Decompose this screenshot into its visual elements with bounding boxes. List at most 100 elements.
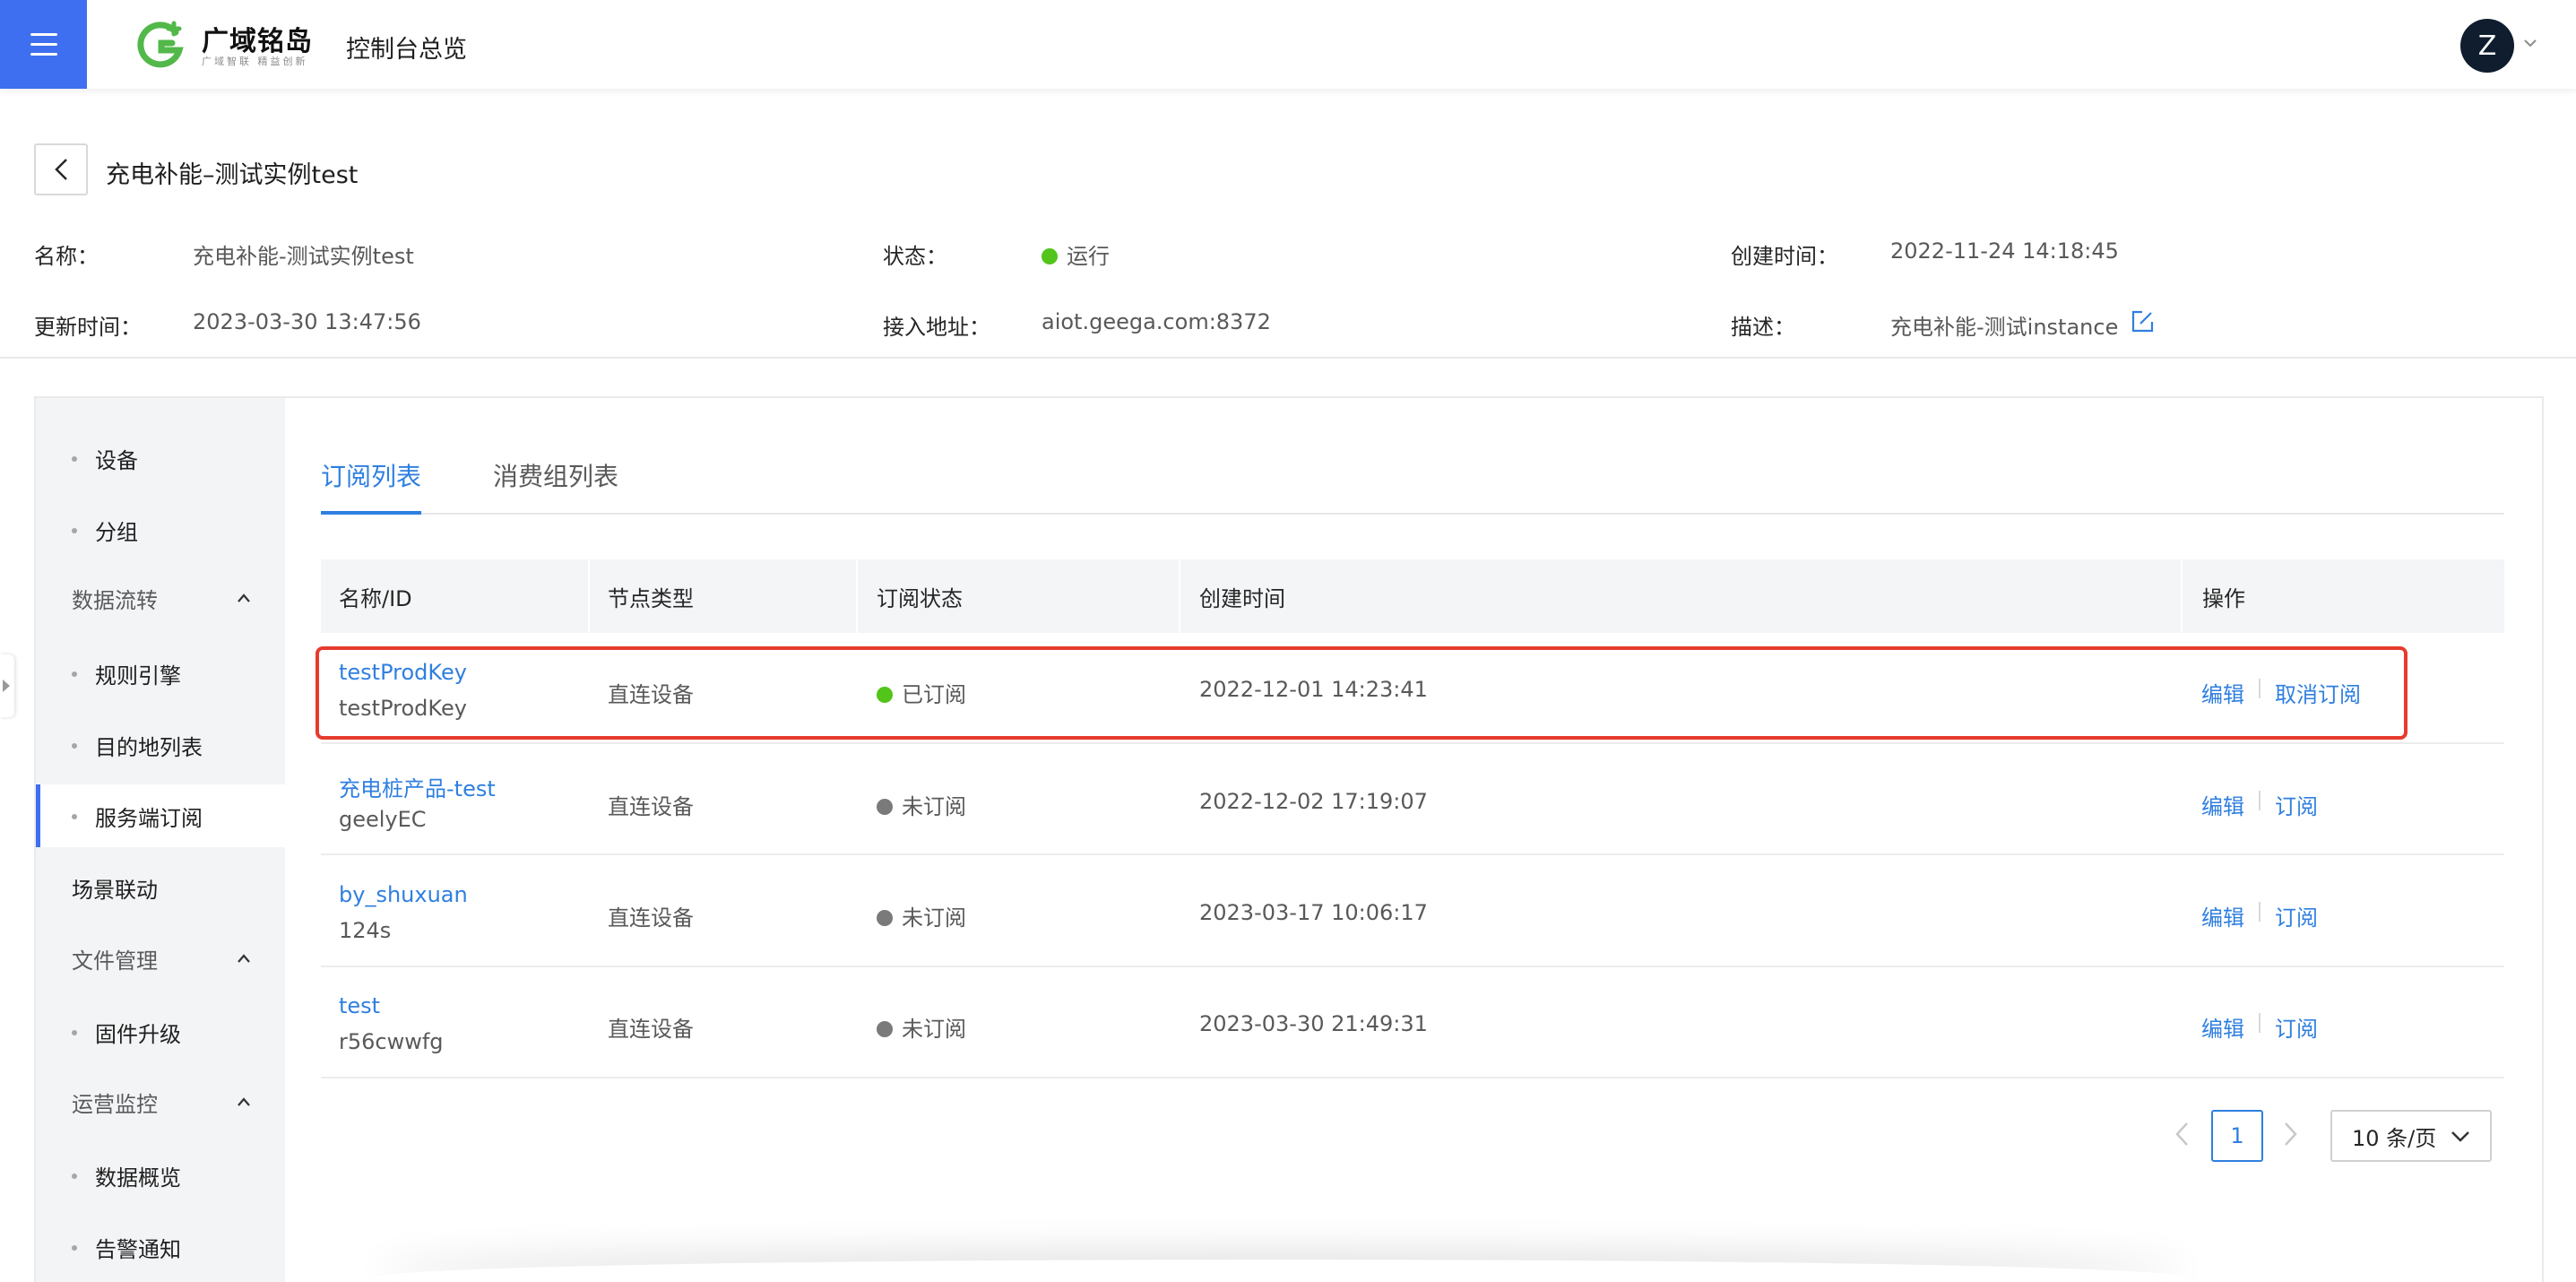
prev-page-icon[interactable] xyxy=(2173,1121,2192,1148)
row-created: 2023-03-30 21:49:31 xyxy=(1199,1011,1428,1036)
column-header-name: 名称/ID xyxy=(339,585,412,611)
row-status-text: 未订阅 xyxy=(902,1017,966,1042)
subscribe-button[interactable]: 订阅 xyxy=(2275,900,2318,931)
brand-tagline: 广域智联 精益创新 xyxy=(202,56,308,67)
sidebar-group-file-management[interactable]: 文件管理 xyxy=(36,927,285,990)
chevron-down-icon[interactable] xyxy=(2523,36,2537,50)
row-id: 124s xyxy=(339,918,392,943)
row-divider xyxy=(321,742,2504,744)
status-dot xyxy=(877,799,893,815)
console-title[interactable]: 控制台总览 xyxy=(346,30,467,65)
side-nav: 设备 分组 数据流转 规则引擎 目的地列表 服务端订阅 场景联动 文件管理 固件… xyxy=(36,398,285,1282)
chevron-up-icon xyxy=(238,593,250,602)
sidebar-group-ops-monitor[interactable]: 运营监控 xyxy=(36,1070,285,1133)
page-size-select[interactable]: 10 条/页 xyxy=(2330,1110,2492,1162)
created-value: 2022-11-24 14:18:45 xyxy=(1890,238,2119,264)
tab-bar-line xyxy=(321,513,2504,515)
sidebar-item-rule-engine[interactable]: 规则引擎 xyxy=(36,642,285,705)
column-separator xyxy=(588,559,590,633)
row-node-type: 直连设备 xyxy=(608,1017,694,1042)
chevron-down-icon xyxy=(2451,1131,2469,1142)
column-header-status: 订阅状态 xyxy=(877,585,963,611)
action-separator xyxy=(2259,902,2260,922)
column-header-node-type: 节点类型 xyxy=(608,585,694,611)
row-name-link[interactable]: test xyxy=(339,993,380,1018)
chevron-left-icon xyxy=(55,159,67,180)
column-separator xyxy=(856,559,858,633)
sidebar-group-label: 文件管理 xyxy=(72,948,158,974)
updated-value: 2023-03-30 13:47:56 xyxy=(193,309,421,334)
highlight-box xyxy=(316,646,2407,740)
sidebar-item-alert-notify[interactable]: 告警通知 xyxy=(36,1216,285,1278)
edit-button[interactable]: 编辑 xyxy=(2201,900,2244,931)
row-created: 2023-03-17 10:06:17 xyxy=(1199,900,1428,925)
row-divider xyxy=(321,966,2504,967)
sidebar-item-destinations[interactable]: 目的地列表 xyxy=(36,714,285,776)
row-status-text: 未订阅 xyxy=(902,905,966,931)
edit-icon[interactable] xyxy=(2130,309,2155,334)
row-divider xyxy=(321,853,2504,855)
avatar[interactable]: Z xyxy=(2460,19,2514,73)
row-status-text: 未订阅 xyxy=(902,794,966,819)
sidebar-group-label: 数据流转 xyxy=(72,587,158,613)
column-header-created: 创建时间 xyxy=(1199,585,1285,611)
row-status: 未订阅 xyxy=(877,900,966,931)
sidebar-item-scene-linkage[interactable]: 场景联动 xyxy=(36,856,285,919)
subscribe-button[interactable]: 订阅 xyxy=(2275,789,2318,820)
row-created: 2022-12-02 17:19:07 xyxy=(1199,789,1428,814)
brand-logo-icon xyxy=(137,21,184,68)
status-dot xyxy=(1042,248,1058,264)
menu-button[interactable] xyxy=(0,0,87,89)
side-collapse-handle[interactable] xyxy=(0,654,14,717)
sidebar-item-firmware-upgrade[interactable]: 固件升级 xyxy=(36,1000,285,1063)
edit-button[interactable]: 编辑 xyxy=(2201,1011,2244,1043)
column-separator xyxy=(1179,559,1180,633)
action-separator xyxy=(2259,791,2260,810)
row-node-type: 直连设备 xyxy=(608,905,694,931)
page-title: 充电补能–测试实例test xyxy=(106,161,359,189)
name-label: 名称： xyxy=(34,244,99,269)
header-divider xyxy=(0,357,2576,359)
desc-label: 描述： xyxy=(1731,315,1795,340)
page-number-button[interactable]: 1 xyxy=(2211,1110,2263,1162)
status-label: 状态： xyxy=(883,244,947,269)
column-header-actions: 操作 xyxy=(2202,585,2245,611)
tab-active-indicator xyxy=(321,511,421,515)
sidebar-item-server-subscription[interactable]: 服务端订阅 xyxy=(36,784,285,847)
sidebar-item-data-overview[interactable]: 数据概览 xyxy=(36,1144,285,1207)
status-dot xyxy=(877,910,893,926)
row-status: 未订阅 xyxy=(877,789,966,820)
page-size-value: 10 条/页 xyxy=(2352,1125,2437,1151)
row-id: geelyEC xyxy=(339,807,427,832)
top-bar: 广域铭岛 广域智联 精益创新 控制台总览 Z xyxy=(0,0,2576,89)
desc-value: 充电补能-测试instance xyxy=(1890,315,2119,340)
chevron-up-icon xyxy=(238,954,250,963)
subscribe-button[interactable]: 订阅 xyxy=(2275,1011,2318,1043)
status-dot xyxy=(877,1021,893,1037)
sidebar-group-label: 运营监控 xyxy=(72,1091,158,1117)
sidebar-group-data-flow[interactable]: 数据流转 xyxy=(36,567,285,629)
name-value: 充电补能-测试实例test xyxy=(193,244,414,269)
hamburger-icon xyxy=(30,33,57,56)
endpoint-label: 接入地址： xyxy=(883,315,990,340)
row-node-type: 直连设备 xyxy=(608,794,694,819)
row-name-link[interactable]: by_shuxuan xyxy=(339,882,468,907)
edit-button[interactable]: 编辑 xyxy=(2201,789,2244,820)
sidebar-item-groups[interactable]: 分组 xyxy=(36,498,285,561)
endpoint-value: aiot.geega.com:8372 xyxy=(1042,309,1271,334)
row-name-link[interactable]: 充电桩产品-test xyxy=(339,771,496,802)
status-value-wrap: 运行 xyxy=(1042,238,1110,270)
content-area xyxy=(285,398,2542,1282)
chevron-up-icon xyxy=(238,1097,250,1106)
sidebar-item-devices[interactable]: 设备 xyxy=(36,427,285,489)
tab-subscription-list[interactable]: 订阅列表 xyxy=(321,457,421,493)
back-button[interactable] xyxy=(34,143,88,195)
brand-name: 广域铭岛 xyxy=(202,26,313,57)
tab-consumer-group-list[interactable]: 消费组列表 xyxy=(493,457,618,493)
row-divider xyxy=(321,1077,2504,1078)
next-page-icon[interactable] xyxy=(2280,1121,2300,1148)
status-value: 运行 xyxy=(1067,244,1110,269)
updated-label: 更新时间： xyxy=(34,315,142,340)
action-separator xyxy=(2259,1013,2260,1033)
created-label: 创建时间： xyxy=(1731,244,1838,269)
